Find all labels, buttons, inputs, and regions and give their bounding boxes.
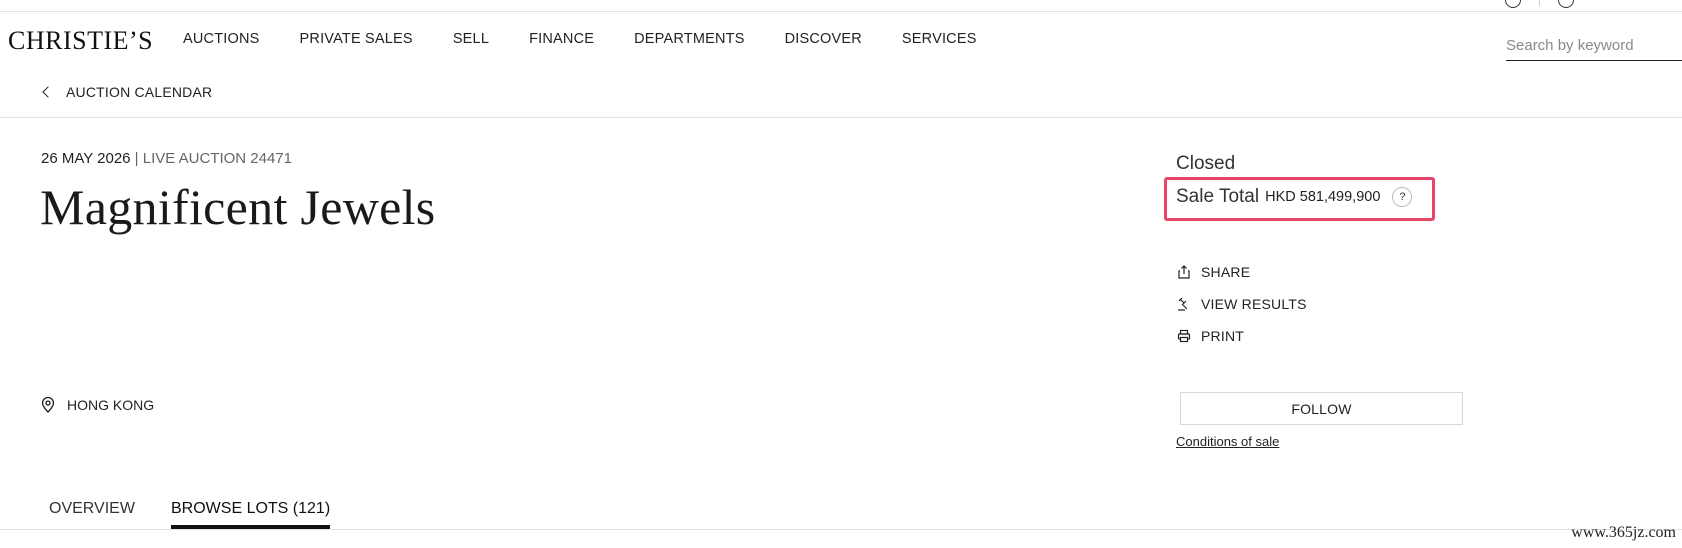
site-header: CHRISTIE’S AUCTIONS PRIVATE SALES SELL F… [0, 12, 1682, 69]
view-results-button[interactable]: VIEW RESULTS [1177, 294, 1307, 314]
location-label: HONG KONG [67, 397, 155, 413]
search-input[interactable] [1506, 30, 1682, 61]
tab-browse-lots[interactable]: BROWSE LOTS (121) [171, 500, 331, 529]
auction-date: 26 MAY 2026 [41, 150, 131, 167]
account-icon[interactable] [1505, 0, 1521, 8]
sale-actions: SHARE VIEW RESULTS PRINT [1177, 262, 1307, 358]
share-button[interactable]: SHARE [1177, 262, 1307, 282]
follow-button[interactable]: FOLLOW [1180, 392, 1463, 425]
page-title: Magnificent Jewels [40, 179, 436, 235]
print-button[interactable]: PRINT [1177, 326, 1307, 346]
help-icon[interactable]: ? [1392, 187, 1413, 207]
location-pin-icon [41, 397, 55, 413]
sale-total-amount: HKD 581,499,900 [1265, 189, 1381, 205]
auction-location: HONG KONG [41, 397, 154, 413]
utility-separator [1539, 0, 1540, 6]
sale-total: Sale Total HKD 581,499,900 ? [1176, 186, 1413, 208]
back-label: AUCTION CALENDAR [66, 84, 213, 100]
tab-overview[interactable]: OVERVIEW [49, 500, 135, 525]
nav-auctions[interactable]: AUCTIONS [183, 31, 260, 47]
share-icon [1178, 265, 1190, 279]
main-nav: AUCTIONS PRIVATE SALES SELL FINANCE DEPA… [183, 31, 1017, 47]
nav-services[interactable]: SERVICES [902, 31, 977, 47]
christies-logo[interactable]: CHRISTIE’S [8, 26, 153, 56]
nav-sell[interactable]: SELL [453, 31, 489, 47]
share-label: SHARE [1201, 264, 1251, 280]
sale-total-label: Sale Total [1176, 186, 1260, 207]
print-label: PRINT [1201, 328, 1244, 344]
nav-finance[interactable]: FINANCE [529, 31, 594, 47]
sale-status: Closed [1176, 153, 1236, 174]
sale-tabs: OVERVIEW BROWSE LOTS (121) [0, 497, 1682, 530]
back-to-calendar-link[interactable]: AUCTION CALENDAR [42, 84, 213, 100]
gavel-icon [1178, 297, 1188, 311]
print-icon [1177, 329, 1191, 343]
meta-separator: | [130, 150, 143, 167]
nav-departments[interactable]: DEPARTMENTS [634, 31, 744, 47]
language-icon[interactable] [1558, 0, 1574, 8]
auction-type: LIVE AUCTION 24471 [142, 150, 292, 167]
watermark: www.365jz.com [1571, 524, 1676, 541]
view-results-label: VIEW RESULTS [1201, 296, 1307, 312]
utility-icons [1505, 0, 1574, 8]
breadcrumb-bar: AUCTION CALENDAR [0, 69, 1682, 118]
chevron-left-icon [42, 86, 54, 98]
conditions-of-sale-link[interactable]: Conditions of sale [1176, 434, 1279, 449]
auction-meta: 26 MAY 2026 | LIVE AUCTION 24471 [41, 150, 292, 167]
nav-private-sales[interactable]: PRIVATE SALES [300, 31, 413, 47]
nav-discover[interactable]: DISCOVER [785, 31, 862, 47]
